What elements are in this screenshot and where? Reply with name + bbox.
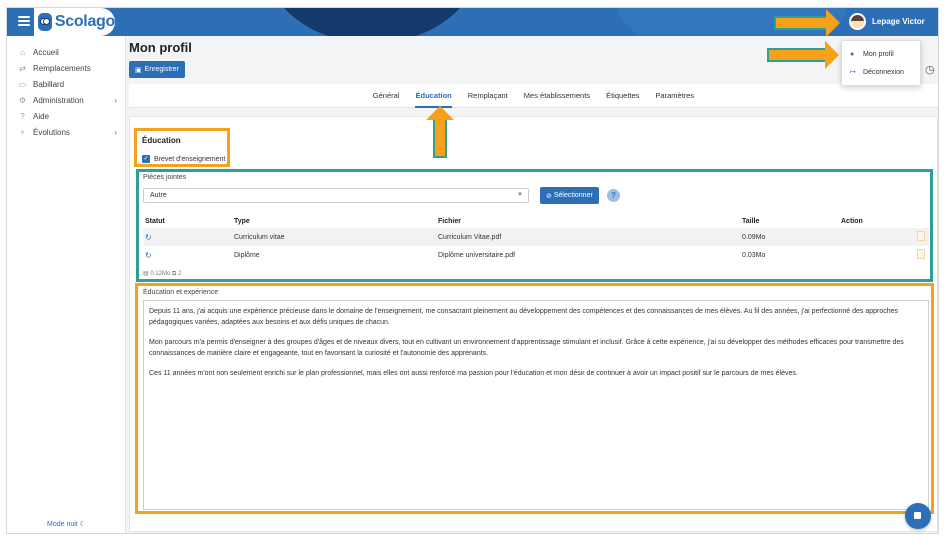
highlight-experience	[135, 283, 934, 514]
sidebar-item-remplacements[interactable]: ⇄ Remplacements	[7, 60, 125, 76]
tab-remplacant[interactable]: Remplaçant	[468, 84, 508, 108]
page-title: Mon profil	[129, 40, 192, 55]
question-icon: ?	[20, 111, 25, 121]
annotation-arrow-up	[426, 106, 454, 158]
replace-icon: ⇄	[19, 63, 26, 73]
user-menu-toggle[interactable]: Lepage Victor	[849, 13, 925, 30]
chat-icon: ▭	[18, 79, 27, 89]
sidebar-item-label: Accueil	[33, 47, 59, 57]
sidebar-item-accueil[interactable]: ⌂ Accueil	[7, 44, 125, 60]
annotation-arrow-right	[774, 9, 840, 37]
sidebar-item-label: Babillard	[33, 79, 65, 89]
tab-parametres[interactable]: Paramètres	[655, 84, 694, 108]
sidebar-item-aide[interactable]: ? Aide	[7, 108, 125, 124]
user-icon: ●	[850, 50, 855, 58]
floppy-icon: ▣	[135, 66, 142, 74]
avatar	[849, 13, 866, 30]
tab-education[interactable]: Éducation	[415, 84, 452, 108]
floating-save-button[interactable]	[905, 503, 931, 529]
gear-icon: ⚙	[18, 95, 27, 105]
app-name: Scolago	[54, 13, 115, 30]
home-icon: ⌂	[20, 47, 25, 57]
logout-icon: ↦	[850, 69, 856, 76]
history-icon[interactable]: ◷	[925, 63, 935, 76]
menu-item-label: Mon profil	[863, 50, 894, 58]
user-dropdown-menu: ● Mon profil ↦ Déconnexion	[841, 40, 921, 86]
menu-item-mon-profil[interactable]: ● Mon profil	[842, 46, 920, 62]
highlight-education	[134, 128, 230, 167]
sidebar-item-label: Évolutions	[33, 127, 70, 137]
sidebar-item-babillard[interactable]: ▭ Babillard	[7, 76, 125, 92]
menu-item-deconnexion[interactable]: ↦ Déconnexion	[842, 64, 920, 80]
chevron-right-icon: ›	[114, 127, 117, 137]
chevron-right-icon: ›	[114, 95, 117, 105]
tab-mes-etablissements[interactable]: Mes établissements	[524, 84, 590, 108]
app-logo[interactable]: Scolago	[34, 8, 115, 36]
sidebar-item-label: Administration	[33, 95, 84, 105]
save-button-label: Enregistrer	[144, 66, 179, 73]
header-decoration	[267, 8, 477, 36]
save-button[interactable]: ▣ Enregistrer	[129, 61, 185, 78]
tab-general[interactable]: Général	[373, 84, 400, 108]
hamburger-menu-icon[interactable]	[18, 16, 30, 26]
highlight-attachments	[136, 169, 933, 282]
education-panel: Éducation ✓ Brevet d'enseignement Pièces…	[129, 116, 938, 532]
owl-logo-icon	[38, 13, 52, 31]
user-name: Lepage Victor	[872, 17, 925, 26]
app-window: Scolago Lepage Victor ⌂ Accueil ⇄ Rempla…	[6, 7, 939, 534]
profile-tabs: Général Éducation Remplaçant Mes établis…	[129, 84, 938, 108]
sprout-icon: ♆	[19, 127, 26, 137]
sidebar-item-label: Aide	[33, 111, 50, 121]
menu-item-label: Déconnexion	[863, 68, 904, 76]
annotation-arrow-right	[767, 41, 839, 69]
sidebar: ⌂ Accueil ⇄ Remplacements ▭ Babillard ⚙ …	[7, 36, 126, 533]
main-content: Mon profil ▣ Enregistrer ◷ Général Éduca…	[128, 36, 938, 533]
sidebar-item-administration[interactable]: ⚙ Administration ›	[7, 92, 125, 108]
tab-etiquettes[interactable]: Étiquettes	[606, 84, 639, 108]
night-mode-toggle[interactable]: Mode nuit ☾	[7, 520, 126, 528]
sidebar-item-evolutions[interactable]: ♆ Évolutions ›	[7, 124, 125, 140]
sidebar-item-label: Remplacements	[33, 63, 91, 73]
